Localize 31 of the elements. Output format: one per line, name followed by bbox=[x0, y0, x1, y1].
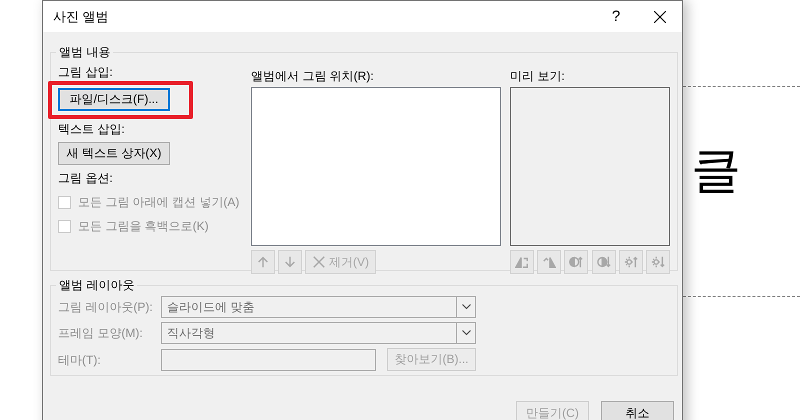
group-title: 앨범 내용 bbox=[58, 44, 112, 61]
sun-down-arrow-icon bbox=[650, 255, 665, 269]
caret-icon bbox=[462, 330, 470, 336]
up-arrow-icon bbox=[256, 255, 270, 269]
field-label: 프레임 모양(M): bbox=[58, 325, 144, 341]
checkbox-label: 모든 그림을 흑백으로(K) bbox=[78, 218, 209, 234]
rotate-right-icon bbox=[542, 255, 556, 269]
file-disk-button[interactable]: 파일/디스크(F)... bbox=[58, 88, 170, 111]
dialog-button[interactable]: 취소 bbox=[601, 401, 674, 420]
contrast-up-icon bbox=[569, 255, 584, 269]
close-icon bbox=[654, 10, 666, 22]
contrast-down-icon bbox=[596, 255, 611, 269]
insert-picture-label: 그림 삽입: bbox=[58, 64, 114, 80]
insert-text-label: 텍스트 삽입: bbox=[58, 121, 126, 137]
caret-icon bbox=[462, 304, 470, 310]
new-text-box-button[interactable]: 새 텍스트 상자(X) bbox=[58, 142, 170, 165]
checkbox-label: 모든 그림 아래에 캡션 넣기(A) bbox=[78, 194, 240, 210]
rotate-left-icon bbox=[515, 255, 529, 269]
pictures-list[interactable] bbox=[251, 87, 501, 246]
x-icon bbox=[312, 255, 326, 269]
window-title: 사진 앨범 bbox=[53, 8, 110, 26]
slide-text: 클 bbox=[691, 142, 742, 198]
group-title: 앨범 레이아웃 bbox=[58, 277, 136, 294]
help-button[interactable]: ? bbox=[594, 1, 638, 32]
field-label: 그림 레이아웃(P): bbox=[58, 299, 154, 315]
pictures-list-label: 앨범에서 그림 위치(R): bbox=[251, 68, 375, 84]
down-arrow-icon bbox=[283, 255, 297, 269]
field-label: 테마(T): bbox=[58, 352, 102, 368]
sun-up-arrow-icon bbox=[624, 255, 638, 269]
preview-label: 미리 보기: bbox=[510, 68, 566, 84]
picture-options-label: 그림 옵션: bbox=[58, 170, 114, 186]
